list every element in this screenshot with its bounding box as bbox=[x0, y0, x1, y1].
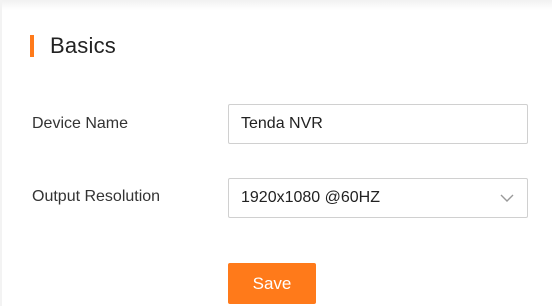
basics-settings-panel: Basics Device Name Output Resolution 192… bbox=[0, 0, 552, 306]
section-title: Basics bbox=[50, 33, 116, 58]
section-header: Basics bbox=[30, 33, 116, 59]
save-button[interactable]: Save bbox=[228, 263, 316, 304]
top-edge-shadow bbox=[0, 0, 552, 10]
output-resolution-value: 1920x1080 @60HZ bbox=[241, 189, 380, 206]
device-name-label: Device Name bbox=[32, 115, 129, 132]
chevron-down-icon bbox=[499, 190, 515, 206]
section-accent-bar bbox=[30, 35, 34, 57]
device-name-input[interactable] bbox=[228, 104, 528, 144]
output-resolution-label: Output Resolution bbox=[32, 188, 161, 205]
left-edge-divider bbox=[0, 0, 2, 306]
output-resolution-select[interactable]: 1920x1080 @60HZ bbox=[228, 178, 528, 218]
